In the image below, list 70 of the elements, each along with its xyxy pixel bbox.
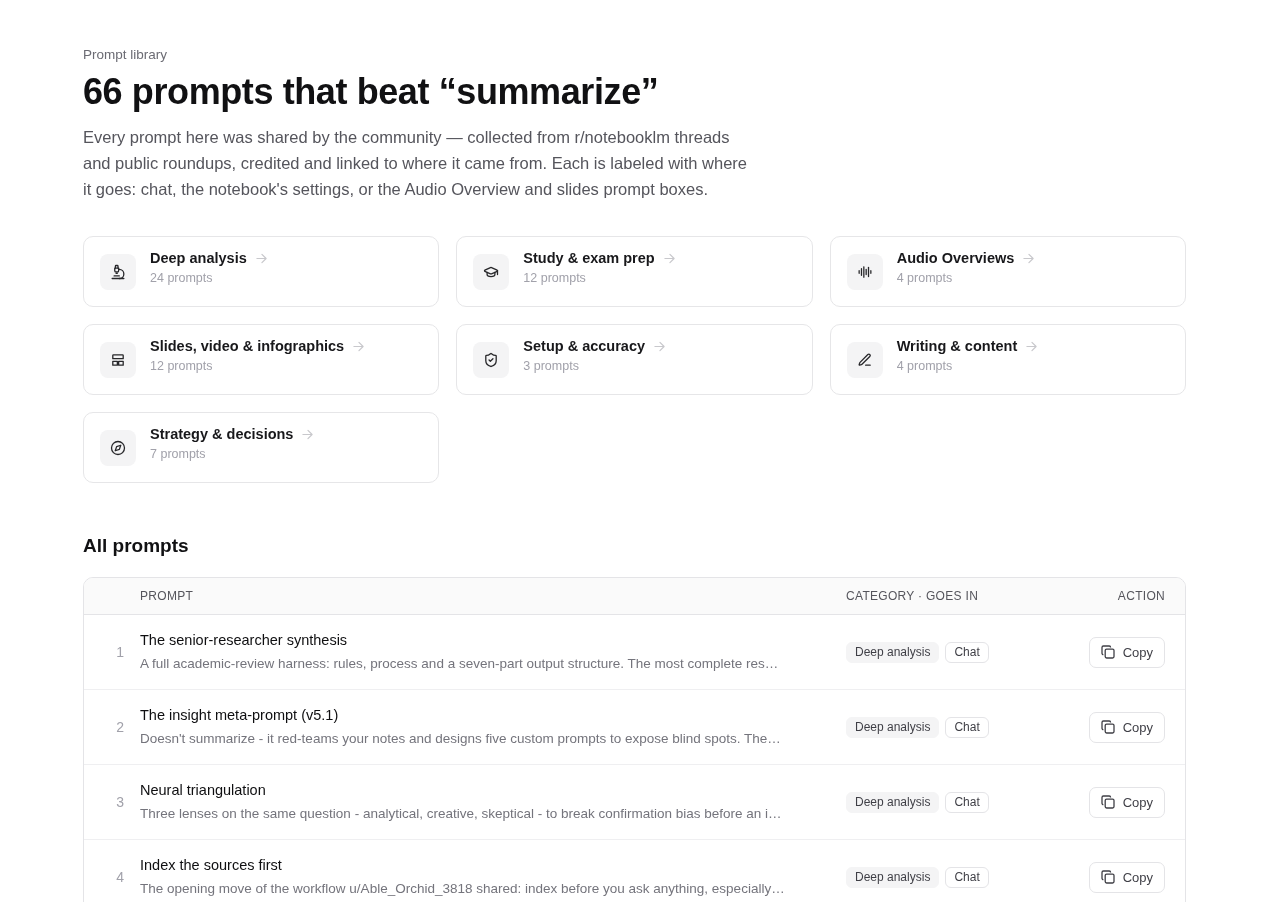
- row-number: 1: [116, 644, 125, 660]
- prompt-title: The insight meta-prompt (v5.1): [140, 706, 339, 724]
- page-eyebrow: Prompt library: [83, 46, 168, 64]
- category-tag: Deep analysis: [846, 641, 940, 663]
- category-card[interactable]: Audio Overviews 4 prompts: [829, 236, 1186, 307]
- prompt-count: 12 prompts: [523, 270, 586, 287]
- copy-button[interactable]: Copy: [1088, 786, 1165, 818]
- prompt-count: 7 prompts: [150, 446, 206, 463]
- prompt-description: Doesn't summarize - it red-teams your notes and designs five custom prompts to expose blind spots. The…: [140, 730, 781, 748]
- layout-icon: [100, 341, 136, 378]
- row-number: 3: [116, 794, 125, 810]
- prompt-title: Neural triangulation: [140, 781, 266, 799]
- sound-wave-icon: [846, 253, 883, 290]
- destination-tag: Chat: [945, 791, 989, 813]
- category-name: Audio Overviews: [896, 249, 1015, 268]
- category-name: Study & exam prep: [523, 249, 655, 268]
- prompt-description: A full academic-review harness: rules, process and a seven-part output structure. The most complete res…: [140, 655, 779, 673]
- arrow-right-icon: [1026, 341, 1038, 352]
- arrow-right-icon: [302, 429, 314, 440]
- category-name: Deep analysis: [150, 249, 247, 268]
- destination-tag: Chat: [945, 641, 989, 663]
- column-header: CATEGORY · GOES IN: [846, 589, 979, 603]
- arrow-right-icon: [663, 253, 675, 264]
- category-tag: Deep analysis: [846, 791, 940, 813]
- category-name: Setup & accuracy: [523, 337, 646, 356]
- category-card[interactable]: Deep analysis 24 prompts: [83, 236, 440, 307]
- prompt-count: 12 prompts: [150, 358, 213, 375]
- copy-icon: [1100, 795, 1115, 809]
- category-card[interactable]: Setup & accuracy 3 prompts: [456, 324, 813, 395]
- category-tag: Deep analysis: [846, 716, 940, 738]
- pen-icon: [846, 341, 883, 378]
- page-description: Every prompt here was shared by the community — collected from r/notebooklm threads and public roundups, credited and linked to where it came from. Each is labeled with where it goes: chat, the notebook's settings, or the Audio Overview and slides prompt boxes.: [83, 127, 749, 200]
- destination-tag: Chat: [945, 866, 989, 888]
- category-name: Strategy & decisions: [150, 425, 294, 444]
- shield-check-icon: [473, 341, 510, 378]
- arrow-right-icon: [1023, 253, 1035, 264]
- category-card[interactable]: Strategy & decisions 7 prompts: [83, 412, 440, 483]
- copy-icon: [1100, 645, 1115, 659]
- column-header: ACTION: [1117, 589, 1165, 603]
- graduation-cap-icon: [473, 253, 510, 290]
- prompt-count: 4 prompts: [896, 358, 953, 375]
- prompt-title: The senior-researcher synthesis: [140, 631, 348, 649]
- category-name: Writing & content: [896, 337, 1018, 356]
- category-card[interactable]: Slides, video & infographics 12 prompts: [83, 324, 440, 395]
- arrow-right-icon: [353, 341, 365, 352]
- category-name: Slides, video & infographics: [150, 337, 345, 356]
- compass-icon: [100, 429, 136, 466]
- page-title: 66 prompts that beat “summarize”: [83, 71, 659, 113]
- copy-button[interactable]: Copy: [1088, 861, 1165, 893]
- microscope-icon: [100, 253, 136, 290]
- destination-tag: Chat: [945, 716, 989, 738]
- prompt-title: Index the sources first: [140, 856, 282, 874]
- arrow-right-icon: [654, 341, 666, 352]
- copy-icon: [1100, 720, 1115, 734]
- prompt-description: Three lenses on the same question - analytical, creative, skeptical - to break confirmation bias before an i…: [140, 805, 782, 823]
- row-number: 2: [116, 719, 125, 735]
- category-tag: Deep analysis: [846, 866, 940, 888]
- category-card[interactable]: Study & exam prep 12 prompts: [456, 236, 813, 307]
- prompt-count: 24 prompts: [150, 270, 213, 287]
- copy-button[interactable]: Copy: [1088, 636, 1165, 668]
- prompt-count: 4 prompts: [896, 270, 953, 287]
- prompt-count: 3 prompts: [523, 358, 579, 375]
- copy-button[interactable]: Copy: [1088, 711, 1165, 743]
- category-card[interactable]: Writing & content 4 prompts: [829, 324, 1186, 395]
- section-heading: All prompts: [83, 534, 190, 558]
- copy-icon: [1100, 870, 1115, 884]
- row-number: 4: [116, 869, 125, 885]
- arrow-right-icon: [255, 253, 267, 264]
- column-header: PROMPT: [140, 589, 194, 603]
- prompt-description: The opening move of the workflow u/Able_Orchid_3818 shared: index before you ask anything, especially…: [140, 880, 785, 898]
